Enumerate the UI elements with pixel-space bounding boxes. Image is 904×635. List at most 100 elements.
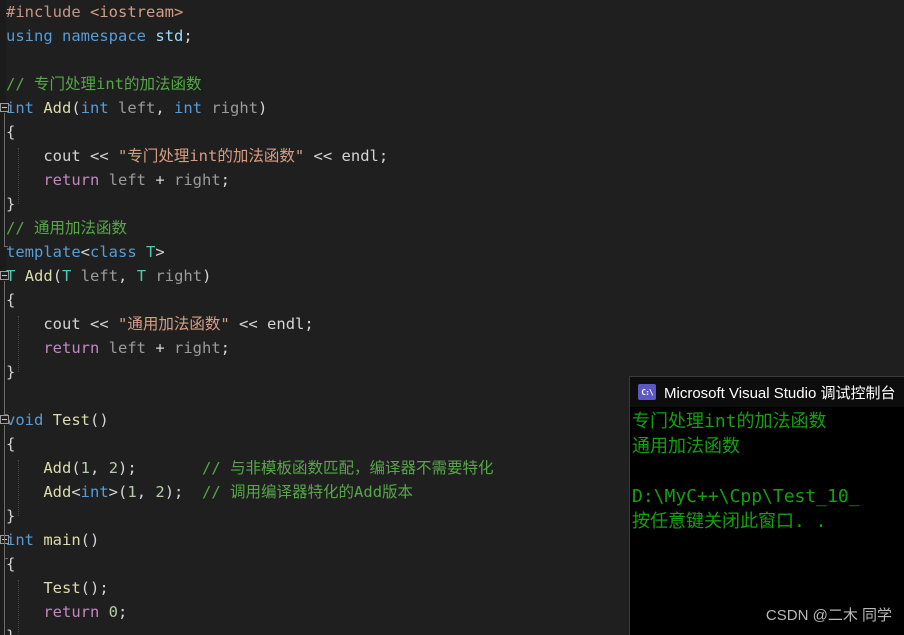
code-token: () [80, 531, 100, 549]
code-token: using [6, 27, 53, 45]
code-token: 0 [108, 603, 119, 621]
code-line[interactable]: T Add(T left, T right) [0, 264, 904, 288]
code-line[interactable]: int Add(int left, int right) [0, 96, 904, 120]
code-line[interactable]: template<class T> [0, 240, 904, 264]
code-token: "通用加法函数" [118, 315, 230, 333]
code-token: , [90, 459, 109, 477]
console-line: 专门处理int的加法函数 [632, 411, 827, 432]
code-token: main [43, 531, 81, 549]
code-token: ( [71, 459, 81, 477]
code-token: cout [43, 147, 81, 165]
code-token: left [108, 339, 146, 357]
code-token: ) [202, 267, 212, 285]
code-token: ); [118, 459, 137, 477]
code-token: int [80, 483, 109, 501]
code-line[interactable]: cout << "专门处理int的加法函数" << endl; [0, 144, 904, 168]
code-token: void [6, 411, 44, 429]
code-token: < [80, 243, 90, 261]
code-line[interactable]: return left + right; [0, 336, 904, 360]
code-token: } [6, 363, 16, 381]
screenshot-root: #include <iostream> using namespace std; … [0, 0, 904, 635]
code-token: Test [52, 411, 90, 429]
code-token: int [80, 99, 109, 117]
code-token: ; [220, 171, 231, 189]
indent-guide-line [18, 580, 19, 635]
code-line[interactable] [0, 48, 904, 72]
console-titlebar[interactable]: C:\ Microsoft Visual Studio 调试控制台 [630, 377, 904, 407]
code-token: Add [43, 99, 72, 117]
code-token: left [108, 171, 146, 189]
indent-guide-line [18, 316, 19, 372]
code-token: << [313, 147, 333, 165]
code-token: return [43, 171, 100, 189]
code-token: } [6, 507, 16, 525]
scope-bracket-line [4, 281, 8, 415]
code-token: (); [80, 579, 109, 597]
code-token: > [155, 243, 165, 261]
code-token: endl [267, 315, 305, 333]
code-token: right [155, 267, 203, 285]
code-token: // 与非模板函数匹配，编译器不需要特化 [202, 459, 494, 477]
code-line[interactable]: // 专门处理int的加法函数 [0, 72, 904, 96]
code-token: ; [118, 603, 128, 621]
indent-guide-line [18, 460, 19, 516]
code-token: ; [220, 339, 231, 357]
code-line[interactable]: } [0, 192, 904, 216]
code-line[interactable]: cout << "通用加法函数" << endl; [0, 312, 904, 336]
indent-guide-line [18, 148, 19, 204]
code-token: // 专门处理int的加法函数 [6, 75, 202, 93]
code-token: Add [24, 267, 53, 285]
fold-collapse-icon[interactable] [0, 103, 9, 112]
console-output[interactable]: 专门处理int的加法函数 通用加法函数 D:\MyC++\Cpp\Test_10_… [630, 407, 904, 635]
code-line[interactable]: #include <iostream> [0, 0, 904, 24]
console-line: 按任意键关闭此窗口. . [632, 511, 827, 532]
debug-console-window[interactable]: C:\ Microsoft Visual Studio 调试控制台 专门处理in… [630, 377, 904, 635]
code-token: // 调用编译器特化的Add版本 [202, 483, 414, 501]
code-token: >( [108, 483, 128, 501]
console-title-label: Microsoft Visual Studio 调试控制台 [664, 384, 896, 402]
console-line: D:\MyC++\Cpp\Test_10_ [632, 486, 860, 507]
scope-bracket-line [4, 545, 5, 635]
code-token: T [136, 267, 147, 285]
console-line: 通用加法函数 [632, 436, 740, 457]
code-line[interactable]: { [0, 288, 904, 312]
code-token: ; [304, 315, 314, 333]
code-token: Test [43, 579, 81, 597]
code-token: right [174, 339, 221, 357]
fold-collapse-icon[interactable] [0, 271, 9, 280]
code-token: // 通用加法函数 [6, 219, 127, 237]
code-token: int [6, 99, 34, 117]
code-token: Add [43, 459, 72, 477]
code-line[interactable]: { [0, 120, 904, 144]
code-token: 2 [108, 459, 119, 477]
code-line[interactable]: // 通用加法函数 [0, 216, 904, 240]
code-token: return [43, 603, 100, 621]
code-token: , [136, 483, 156, 501]
code-token: template [6, 243, 81, 261]
code-token: 1 [127, 483, 137, 501]
code-token: << [90, 147, 109, 165]
code-line[interactable]: using namespace std; [0, 24, 904, 48]
code-line[interactable]: return left + right; [0, 168, 904, 192]
code-token: ; [378, 147, 389, 165]
code-token: ); [164, 483, 184, 501]
code-token: 2 [155, 483, 165, 501]
code-token: left [118, 99, 156, 117]
code-token: return [43, 339, 100, 357]
fold-collapse-icon[interactable] [0, 415, 9, 424]
